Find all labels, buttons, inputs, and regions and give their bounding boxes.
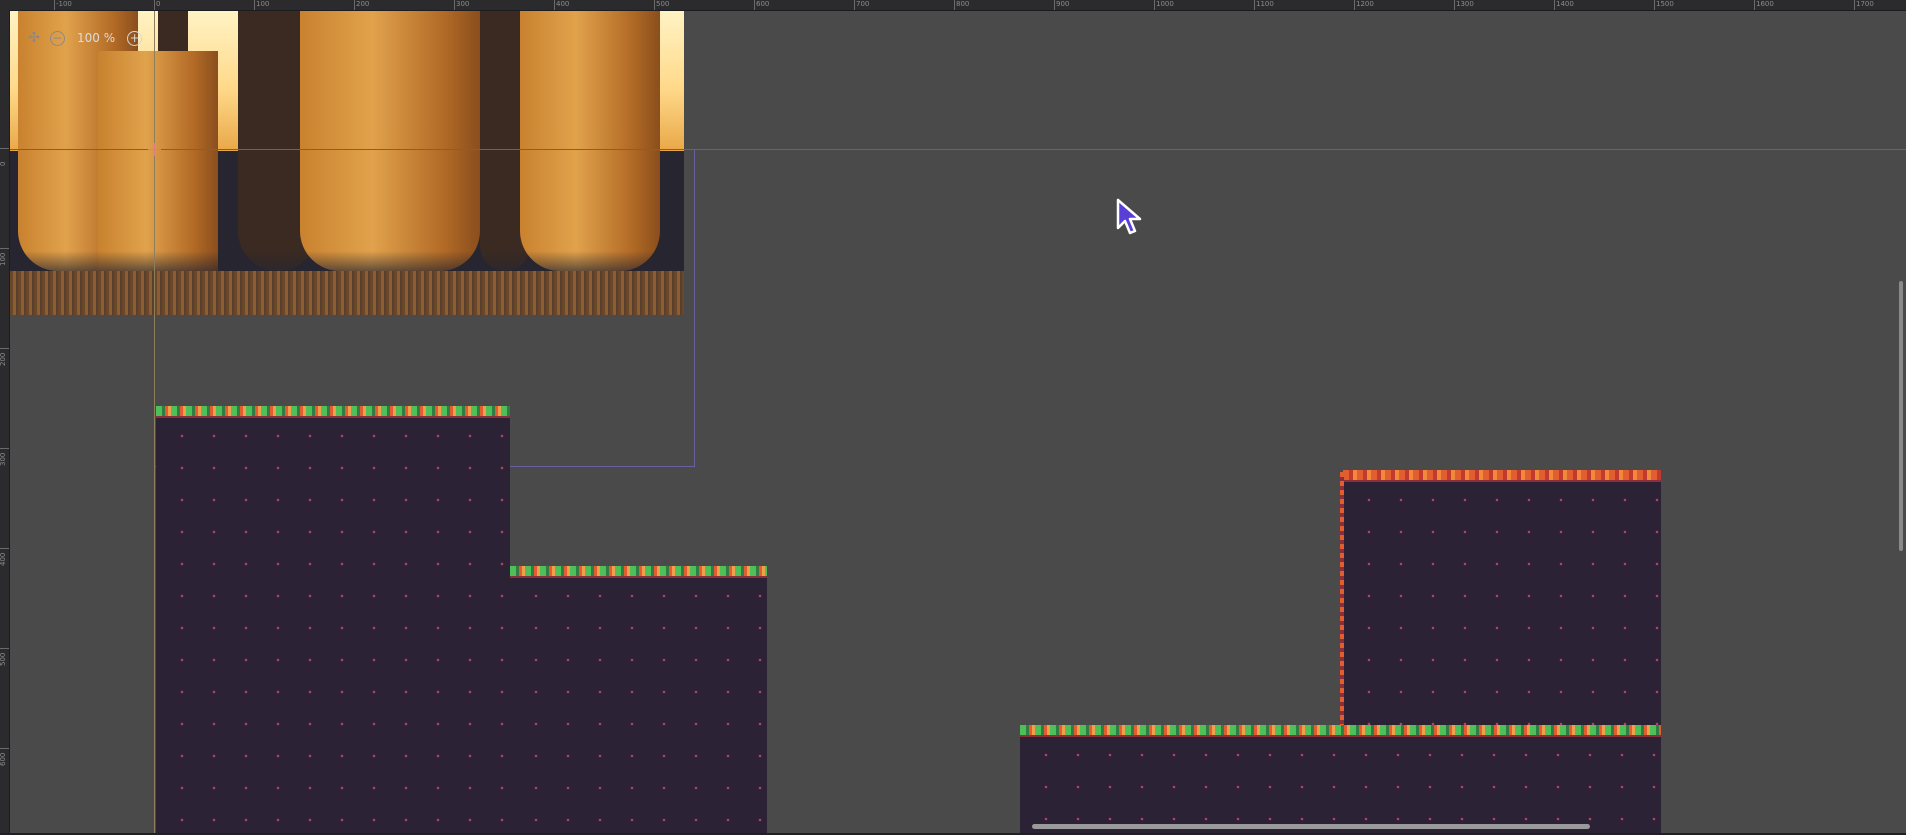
vertical-guide[interactable] — [154, 11, 155, 835]
ruler-tick — [754, 0, 755, 10]
ruler-tick — [1554, 0, 1555, 10]
ruler-tick — [0, 148, 9, 149]
ruler-tick-label: 500 — [656, 0, 670, 8]
ruler-tick — [1854, 0, 1855, 10]
ruler-tick-label: -100 — [56, 0, 72, 8]
ruler-tick — [454, 0, 455, 10]
canvas-viewport[interactable]: ✣ − 100 % + — [10, 11, 1906, 835]
ruler-tick — [1454, 0, 1455, 10]
vertical-scrollbar-thumb[interactable] — [1899, 281, 1903, 551]
zoom-level-label[interactable]: 100 % — [73, 31, 119, 45]
ruler-tick — [1354, 0, 1355, 10]
ruler-tick — [1654, 0, 1655, 10]
ruler-tick — [154, 0, 155, 10]
ruler-tick-label: 300 — [456, 0, 470, 8]
ruler-tick-label: 700 — [856, 0, 870, 8]
zoom-out-icon[interactable]: − — [50, 30, 65, 46]
ground-block[interactable] — [1340, 470, 1661, 744]
ruler-tick-label: 1000 — [1156, 0, 1174, 8]
ground-block[interactable] — [1020, 725, 1661, 835]
ruler-tick-label: 600 — [0, 752, 7, 766]
grass-edge — [510, 566, 767, 578]
ruler-tick — [854, 0, 855, 10]
ruler-tick — [0, 548, 9, 549]
grass-edge — [1343, 470, 1661, 482]
ruler-tick-label: 1200 — [1356, 0, 1374, 8]
ruler-tick — [1054, 0, 1055, 10]
mouse-pointer-icon — [1116, 198, 1142, 235]
ruler-tick — [0, 348, 9, 349]
ruler-tick-label: 100 — [0, 252, 7, 266]
ruler-tick — [954, 0, 955, 10]
ruler-tick — [354, 0, 355, 10]
ruler-tick — [1754, 0, 1755, 10]
origin-crosshair-icon — [148, 143, 161, 156]
top-ruler[interactable]: -100 0 100 200 300 400 500 600 700 800 900 1000 1100… — [0, 0, 1906, 11]
ruler-tick-label: 100 — [256, 0, 270, 8]
ruler-tick-label: 500 — [0, 652, 7, 666]
ruler-tick-label: 200 — [0, 352, 7, 366]
ruler-tick-label: 1600 — [1756, 0, 1774, 8]
ruler-tick-label: 400 — [556, 0, 570, 8]
dirt-side-edge — [1340, 472, 1344, 744]
grass-edge — [156, 406, 510, 418]
ruler-tick — [554, 0, 555, 10]
vertical-scrollbar[interactable] — [1894, 11, 1906, 821]
horizontal-scrollbar-thumb[interactable] — [1032, 824, 1590, 829]
ruler-tick — [1254, 0, 1255, 10]
ruler-tick-label: 400 — [0, 552, 7, 566]
ruler-tick-label: 0 — [0, 162, 7, 166]
ruler-tick — [0, 248, 9, 249]
ruler-tick-label: 1300 — [1456, 0, 1474, 8]
center-view-icon[interactable]: ✣ — [26, 30, 42, 46]
ruler-tick — [0, 748, 9, 749]
ruler-tick-label: 1500 — [1656, 0, 1674, 8]
ground-block[interactable] — [156, 406, 510, 835]
ruler-tick — [654, 0, 655, 10]
horizontal-guide[interactable] — [10, 149, 1906, 150]
ruler-tick-label: 900 — [1056, 0, 1070, 8]
ruler-tick-label: 600 — [756, 0, 770, 8]
ruler-tick-label: 1700 — [1856, 0, 1874, 8]
ground-block[interactable] — [510, 566, 767, 835]
ruler-tick — [54, 0, 55, 10]
ruler-tick-label: 1400 — [1556, 0, 1574, 8]
zoom-in-icon[interactable]: + — [127, 30, 143, 46]
ruler-tick — [1154, 0, 1155, 10]
ruler-tick — [254, 0, 255, 10]
zoom-controls: ✣ − 100 % + — [26, 27, 143, 49]
left-ruler[interactable]: 0 100 200 300 400 500 600 — [0, 10, 10, 835]
ruler-tick-label: 200 — [356, 0, 370, 8]
ruler-tick-label: 800 — [956, 0, 970, 8]
ruler-tick-label: 1100 — [1256, 0, 1274, 8]
ruler-tick-label: 300 — [0, 452, 7, 466]
ruler-tick-label: 0 — [156, 0, 161, 8]
grass-edge — [1020, 725, 1661, 737]
ruler-tick — [0, 448, 9, 449]
ruler-tick — [0, 648, 9, 649]
